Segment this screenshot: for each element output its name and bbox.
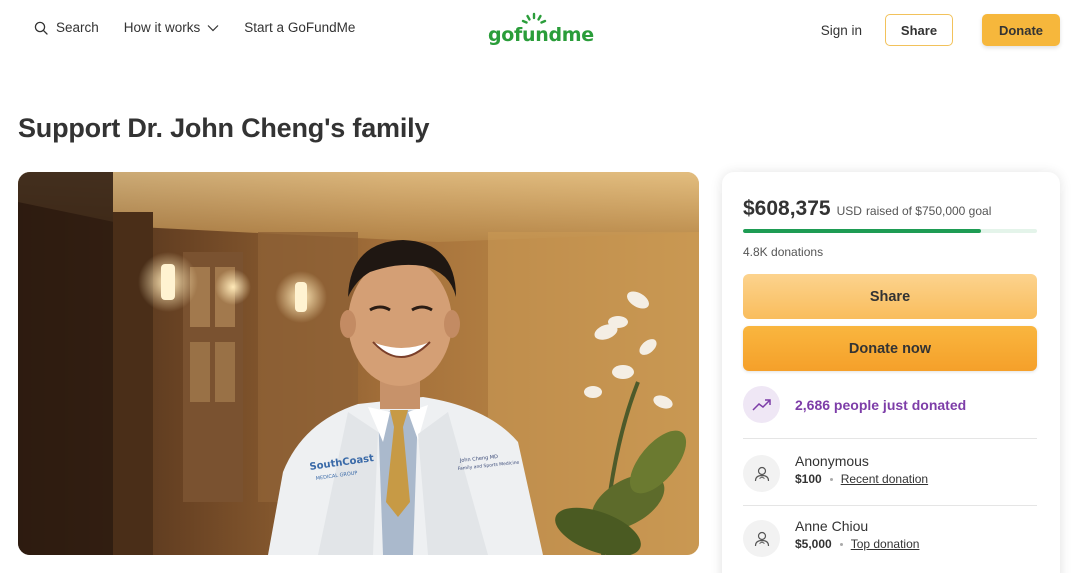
divider xyxy=(743,505,1037,506)
search-button[interactable]: Search xyxy=(34,20,99,35)
donor-info: Anne Chiou $5,000 Top donation xyxy=(795,518,919,551)
trend-text: 2,686 people just donated xyxy=(795,396,967,413)
donor-name: Anonymous xyxy=(795,453,869,469)
search-label: Search xyxy=(56,20,99,35)
donor-icon xyxy=(743,455,780,492)
donate-button-header[interactable]: Donate xyxy=(982,14,1060,46)
campaign-hero-image: SouthCoast MEDICAL GROUP John Cheng MD F… xyxy=(18,172,699,555)
donor-icon xyxy=(743,520,780,557)
recent-donations-trend: 2,686 people just donated xyxy=(743,386,966,423)
donate-now-button[interactable]: Donate now xyxy=(743,326,1037,371)
donor-amount: $5,000 xyxy=(795,537,832,551)
chevron-down-icon xyxy=(207,24,219,32)
campaign-title: Support Dr. John Cheng's family xyxy=(18,113,430,143)
donation-count: 4.8K donations xyxy=(743,245,824,259)
donor-name: Anne Chiou xyxy=(795,518,869,534)
separator-dot xyxy=(829,477,833,481)
share-button[interactable]: Share xyxy=(743,274,1037,319)
trend-up-icon xyxy=(743,386,780,423)
share-button-header[interactable]: Share xyxy=(885,14,953,46)
raised-amount: $608,375 xyxy=(743,197,831,220)
logo-text: gofundme xyxy=(488,24,594,46)
donor-item: Anonymous $100 Recent donation xyxy=(743,453,928,492)
sign-in-link[interactable]: Sign in xyxy=(821,23,862,38)
nav-left: Search How it works Start a GoFundMe xyxy=(34,20,380,35)
raised-goal-text: raised of $750,000 goal xyxy=(865,204,992,218)
donor-meta: $5,000 Top donation xyxy=(795,537,919,551)
search-icon xyxy=(34,21,48,35)
start-gofundme-label: Start a GoFundMe xyxy=(244,20,356,35)
donor-amount: $100 xyxy=(795,472,822,486)
raised-summary: $608,375 USD raised of $750,000 goal xyxy=(743,197,991,221)
separator-dot xyxy=(839,542,843,546)
nav-right: Sign in Share Donate xyxy=(821,14,1060,46)
donor-info: Anonymous $100 Recent donation xyxy=(795,453,928,486)
gofundme-logo[interactable]: gofundme xyxy=(488,12,594,48)
site-header: Search How it works Start a GoFundMe gof… xyxy=(0,0,1080,60)
donor-meta: $100 Recent donation xyxy=(795,472,928,486)
how-it-works-label: How it works xyxy=(123,20,201,35)
progress-bar-fill xyxy=(743,229,982,233)
donor-item: Anne Chiou $5,000 Top donation xyxy=(743,518,919,557)
divider xyxy=(743,438,1037,439)
top-donation-link[interactable]: Top donation xyxy=(851,537,920,551)
recent-donation-link[interactable]: Recent donation xyxy=(841,472,928,486)
start-gofundme-link[interactable]: Start a GoFundMe xyxy=(244,20,355,35)
raised-currency: USD xyxy=(836,204,862,218)
how-it-works-menu[interactable]: How it works xyxy=(124,20,220,35)
donation-card: $608,375 USD raised of $750,000 goal 4.8… xyxy=(722,172,1060,573)
progress-bar xyxy=(743,229,1037,233)
